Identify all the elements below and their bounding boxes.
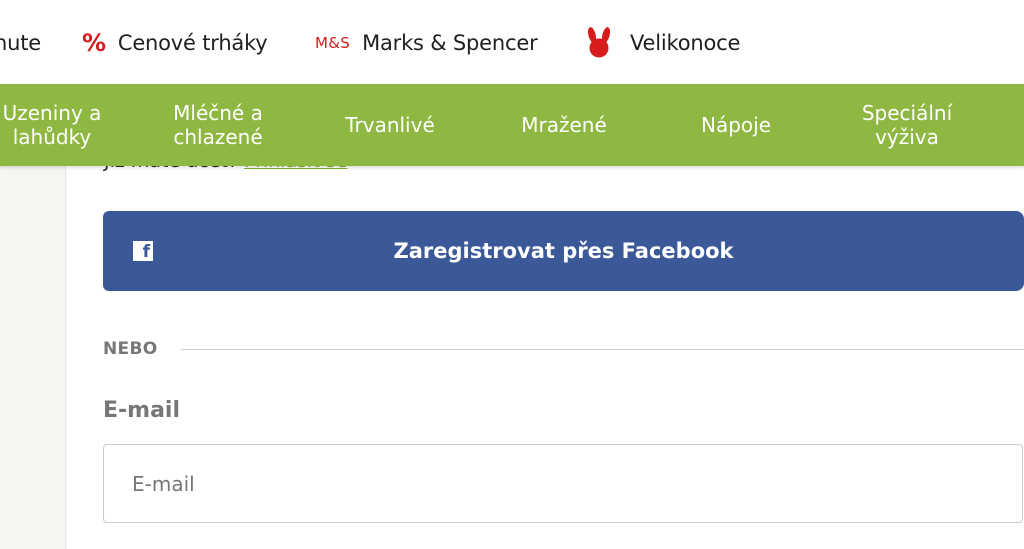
category-nav: Uzeniny a lahůdky Mléčné a chlazené Trva… bbox=[0, 84, 1024, 166]
top-link-label: hute bbox=[0, 31, 41, 55]
category-special-nutrition[interactable]: Speciální výživa bbox=[843, 84, 971, 166]
category-dairy[interactable]: Mléčné a chlazené bbox=[158, 84, 278, 166]
percent-icon: % bbox=[82, 29, 106, 57]
top-promo-bar: hute % Cenové trháky M&S Marks & Spencer… bbox=[0, 0, 1024, 84]
or-divider-text: NEBO bbox=[103, 339, 158, 359]
divider-line bbox=[181, 348, 1024, 350]
sidebar-strip bbox=[0, 166, 66, 549]
top-link-label: Marks & Spencer bbox=[362, 31, 538, 55]
top-link-label: Cenové trháky bbox=[117, 31, 268, 55]
category-cured-meats[interactable]: Uzeniny a lahůdky bbox=[0, 84, 112, 166]
registration-page: hute % Cenové trháky M&S Marks & Spencer… bbox=[0, 0, 1024, 549]
email-label: E-mail bbox=[103, 398, 181, 423]
top-link-easter[interactable]: Velikonoce bbox=[586, 27, 741, 59]
top-link-marks-spencer[interactable]: M&S Marks & Spencer bbox=[315, 28, 538, 58]
category-long-life[interactable]: Trvanlivé bbox=[325, 84, 455, 166]
category-frozen[interactable]: Mražené bbox=[500, 84, 628, 166]
email-field[interactable] bbox=[103, 444, 1023, 523]
facebook-icon: f bbox=[133, 241, 153, 261]
category-drinks[interactable]: Nápoje bbox=[672, 84, 800, 166]
register-facebook-button[interactable]: f Zaregistrovat přes Facebook bbox=[103, 211, 1024, 291]
marks-spencer-logo-icon: M&S bbox=[315, 34, 351, 52]
register-facebook-label: Zaregistrovat přes Facebook bbox=[393, 239, 734, 263]
easter-bunny-icon bbox=[586, 27, 612, 59]
top-link-price-deals[interactable]: % Cenové trháky bbox=[82, 28, 268, 58]
or-divider: NEBO bbox=[103, 336, 1024, 362]
top-link-minute[interactable]: hute bbox=[0, 28, 41, 58]
top-link-label: Velikonoce bbox=[630, 31, 741, 55]
